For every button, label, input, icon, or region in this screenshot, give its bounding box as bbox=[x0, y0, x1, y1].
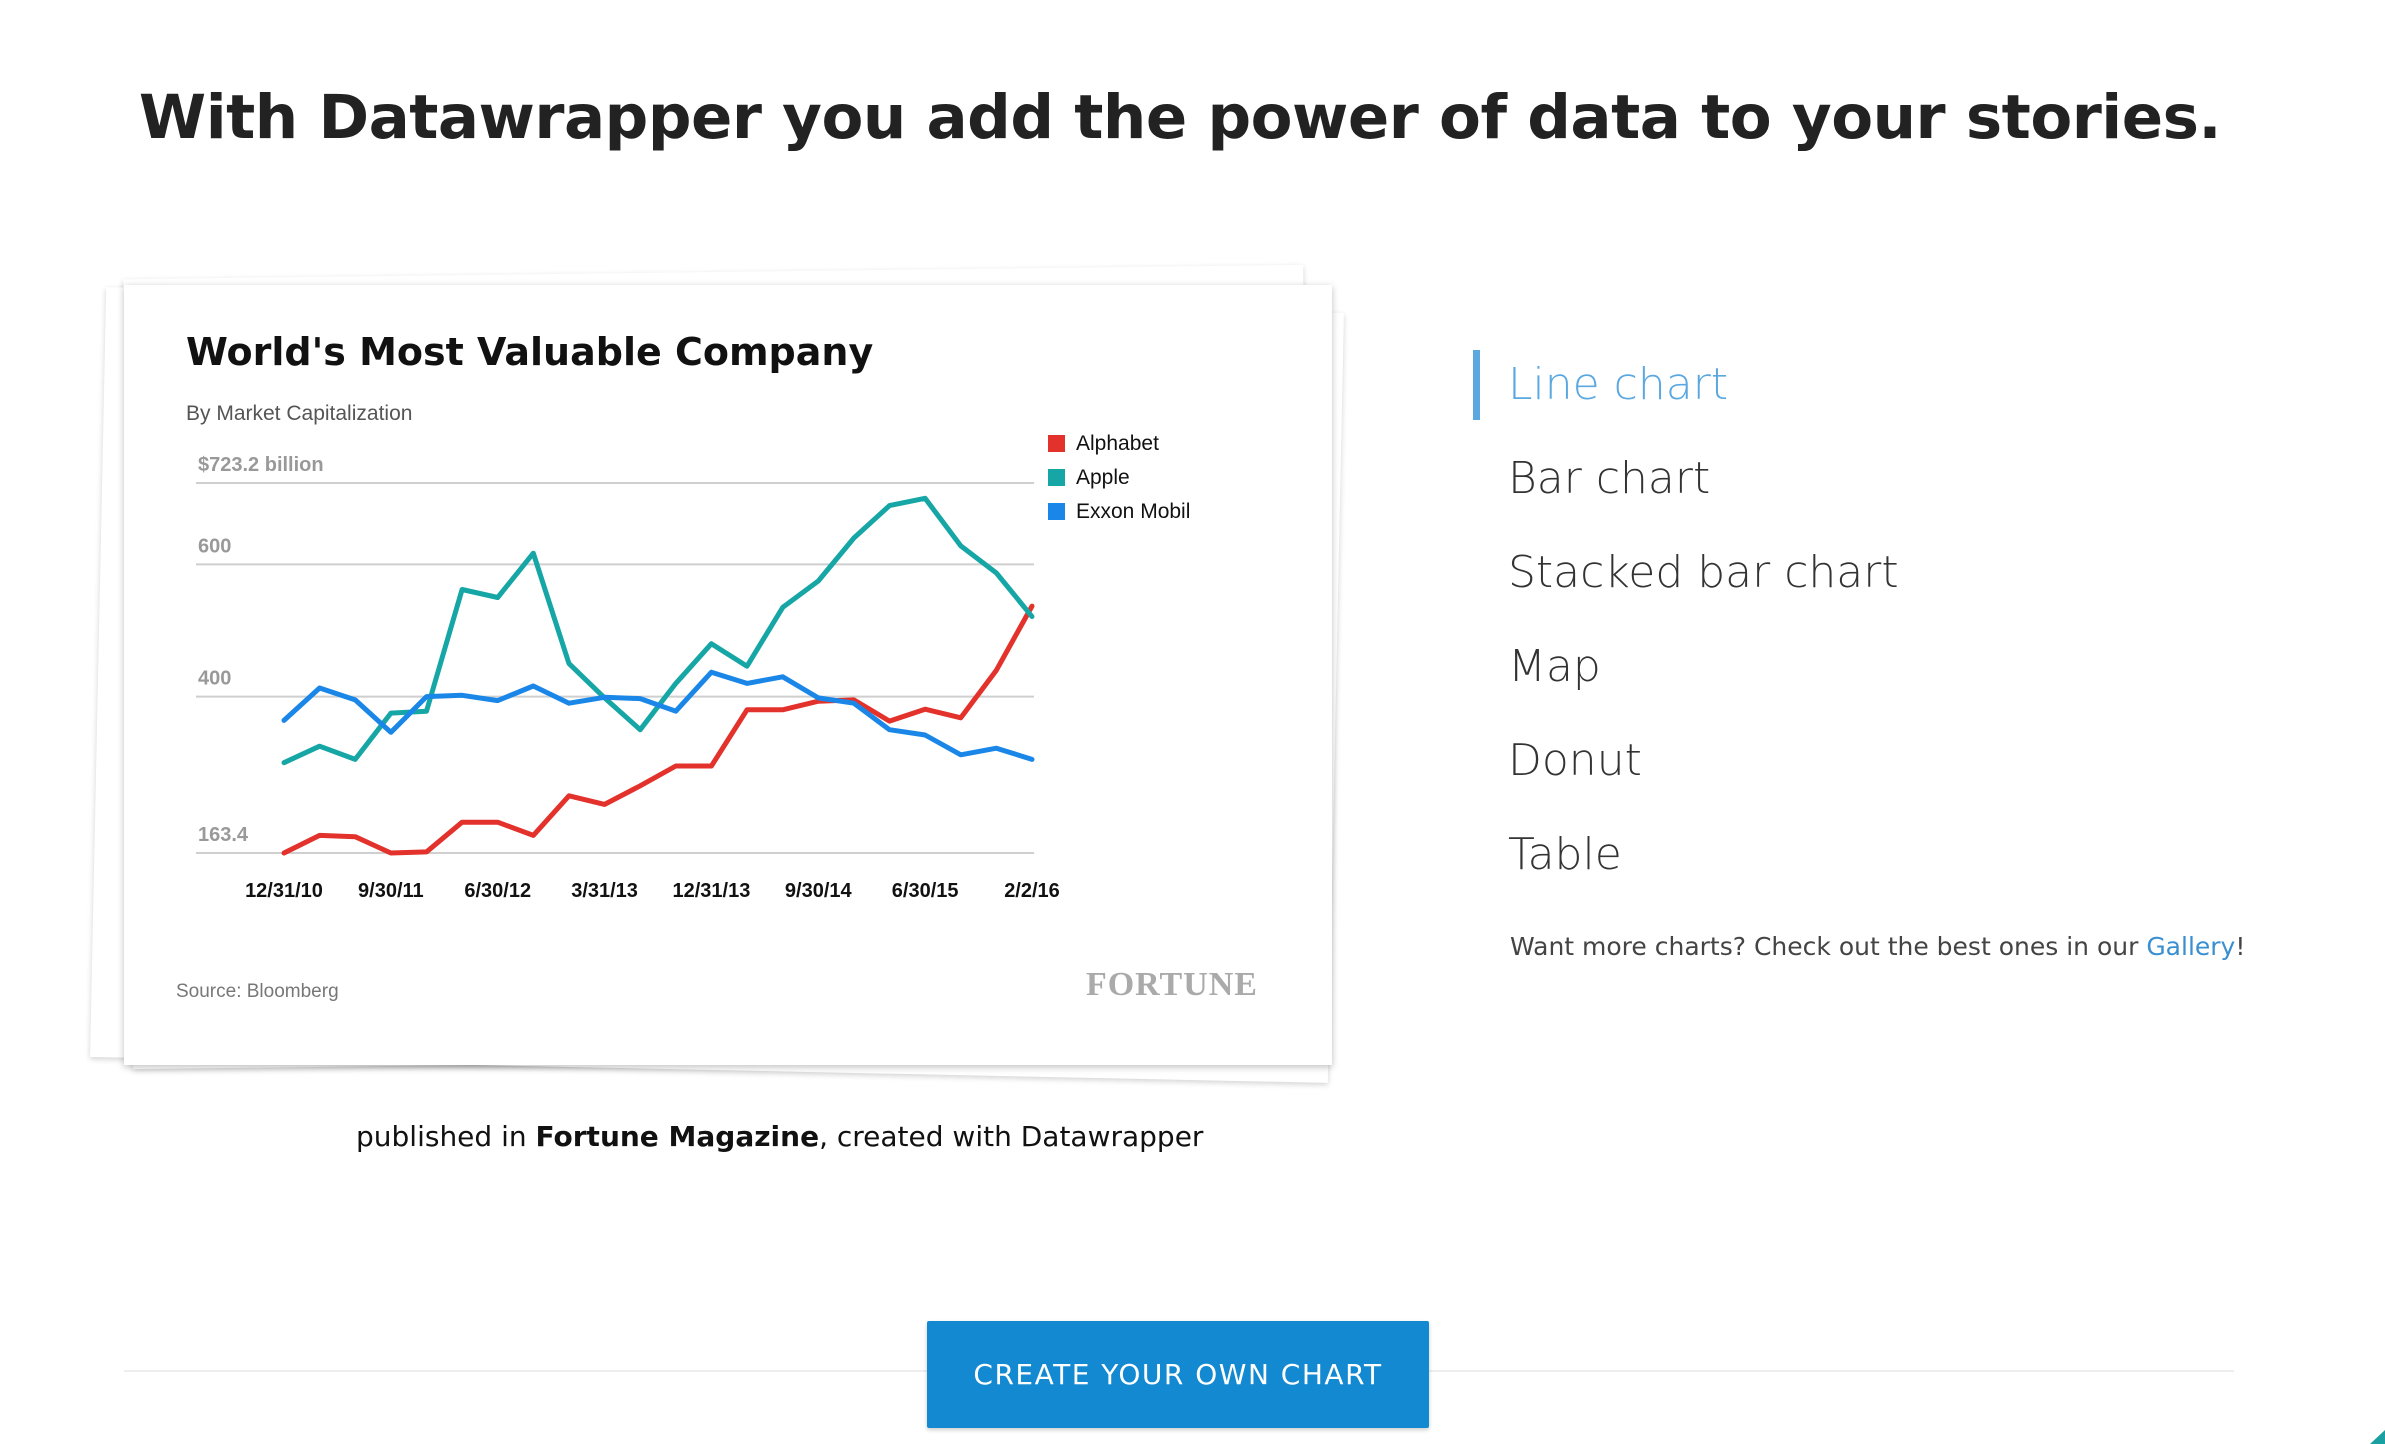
series-line-apple bbox=[281, 495, 1035, 766]
legend-label: Exxon Mobil bbox=[1076, 500, 1190, 523]
x-tick-label: 12/31/13 bbox=[672, 880, 750, 902]
y-tick-label: 163.4 bbox=[198, 824, 249, 846]
more-charts-note: Want more charts? Check out the best one… bbox=[1510, 932, 2245, 961]
example-caption: published in Fortune Magazine, created w… bbox=[356, 1120, 1203, 1153]
y-tick-label: 600 bbox=[198, 535, 231, 557]
x-tick-label: 12/31/10 bbox=[245, 880, 323, 902]
legend-swatch bbox=[1048, 435, 1065, 452]
more-charts-suffix: ! bbox=[2235, 932, 2246, 961]
more-charts-text: Want more charts? Check out the best one… bbox=[1510, 932, 2147, 961]
x-tick-label: 3/31/13 bbox=[571, 880, 638, 902]
gallery-link[interactable]: Gallery bbox=[2146, 932, 2235, 961]
create-chart-button[interactable]: CREATE YOUR OWN CHART bbox=[927, 1321, 1429, 1428]
x-tick-label: 6/30/12 bbox=[464, 880, 531, 902]
fortune-logo: FORTUNE bbox=[1086, 966, 1258, 1003]
caption-prefix: published in bbox=[356, 1120, 536, 1153]
chart-subtitle: By Market Capitalization bbox=[186, 402, 412, 425]
legend-label: Apple bbox=[1076, 466, 1130, 489]
chart-source: Source: Bloomberg bbox=[176, 981, 339, 1002]
example-chart-card: World's Most Valuable Company By Market … bbox=[124, 285, 1332, 1065]
y-tick-label: $723.2 billion bbox=[198, 454, 324, 476]
chart-type-stacked-bar[interactable]: Stacked bar chart bbox=[1473, 538, 1899, 608]
y-tick-label: 400 bbox=[198, 668, 231, 690]
x-tick-label: 9/30/11 bbox=[358, 880, 424, 902]
chart-type-map[interactable]: Map bbox=[1473, 632, 1899, 702]
caption-suffix: , created with Datawrapper bbox=[819, 1120, 1204, 1153]
caption-publication: Fortune Magazine bbox=[535, 1120, 820, 1153]
x-tick-label: 9/30/14 bbox=[785, 880, 853, 902]
page-headline: With Datawrapper you add the power of da… bbox=[138, 82, 2222, 153]
x-tick-label: 6/30/15 bbox=[892, 880, 959, 902]
series-line-exxon-mobil bbox=[281, 669, 1035, 762]
chart-type-line[interactable]: Line chart bbox=[1473, 350, 1899, 420]
line-chart: World's Most Valuable Company By Market … bbox=[176, 330, 1258, 1003]
chart-type-bar[interactable]: Bar chart bbox=[1473, 444, 1899, 514]
chart-title: World's Most Valuable Company bbox=[186, 330, 873, 374]
legend-swatch bbox=[1048, 469, 1065, 486]
chart-type-list: Line chart Bar chart Stacked bar chart M… bbox=[1473, 350, 1899, 914]
corner-decoration bbox=[2370, 1430, 2385, 1444]
legend-label: Alphabet bbox=[1076, 432, 1159, 455]
chart-type-donut[interactable]: Donut bbox=[1473, 726, 1899, 796]
x-tick-label: 2/2/16 bbox=[1004, 880, 1060, 902]
chart-type-table[interactable]: Table bbox=[1473, 820, 1899, 890]
legend-swatch bbox=[1048, 503, 1065, 520]
